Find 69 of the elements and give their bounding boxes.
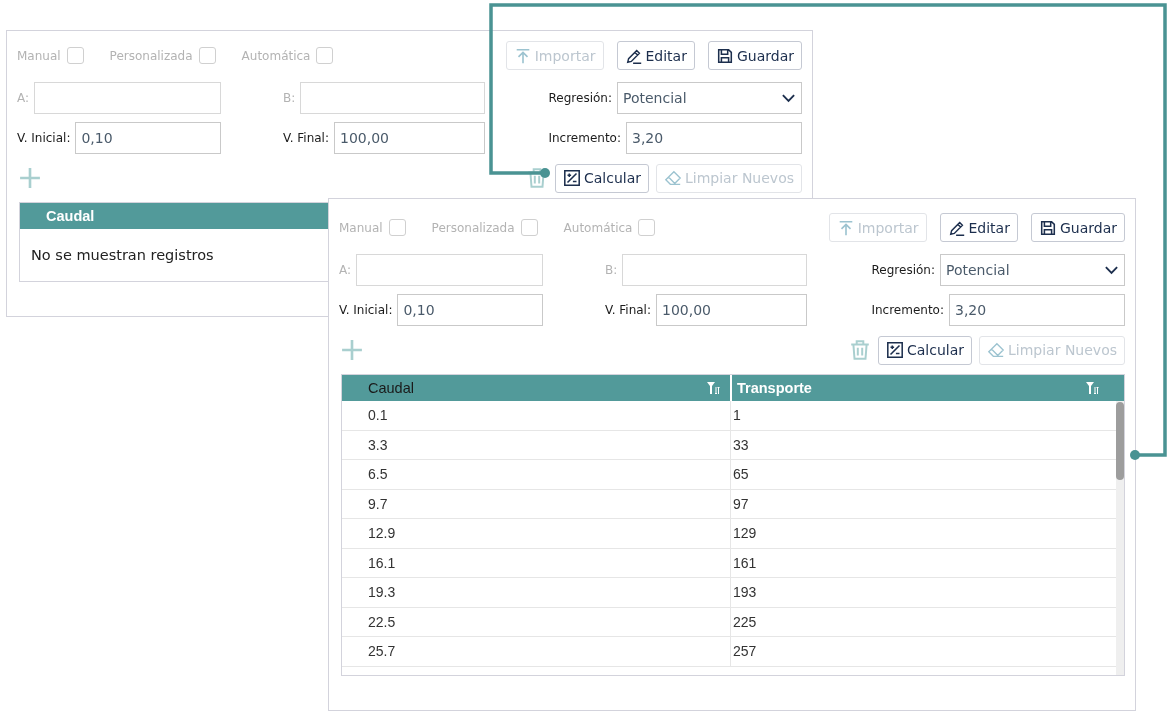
save-button[interactable]: Guardar [707,41,802,70]
checkbox-label: Personalizada [431,220,515,235]
table-cell-text: 1 [732,406,742,426]
edit-button[interactable]: Editar [939,213,1018,242]
checkbox[interactable] [388,219,406,236]
table-cell-text: 225 [732,612,758,632]
table-cell: 0.1 [342,401,731,430]
edit-button[interactable]: Editar [616,41,695,70]
field-label: V. Inicial: [17,131,71,145]
table-cell: 25.7 [342,637,731,666]
empty-message: No se muestran registros [30,246,215,265]
field-label: B: [605,263,618,277]
column-header[interactable]: Caudal [342,375,732,401]
calculator-icon [885,341,904,359]
table-cell-text: 33 [732,435,750,455]
field-label: V. Inicial: [339,303,393,317]
field-label: Regresión: [871,263,935,277]
field-label: A: [17,91,30,105]
field-label: Incremento: [871,303,944,317]
save-icon [715,46,734,65]
checkbox-label: Automática [563,220,633,235]
table-cell-text: 129 [732,524,758,544]
field-label: V. Final: [605,303,651,317]
field-label: B: [283,91,296,105]
save-icon [1038,218,1057,237]
eraser-icon [987,341,1005,359]
table-cell-text: 65 [732,465,750,485]
checkbox-label: Personalizada [109,48,193,63]
checkbox-label: Manual [339,220,383,235]
filter-icon[interactable] [1085,381,1099,395]
calculator-icon [562,169,581,187]
input-field[interactable]: 3,20 [949,294,1125,326]
scrollbar[interactable] [1116,401,1124,675]
dropdown[interactable]: Potencial [617,82,802,114]
checkbox-label: Manual [17,48,61,63]
field-label: V. Final: [283,131,329,145]
table-cell: 9.7 [342,489,731,518]
table-cell: 12.9 [342,519,731,548]
checkbox[interactable] [66,47,84,64]
field-label: A: [339,263,352,277]
chevron-down-icon [1104,265,1119,275]
checkbox[interactable] [638,219,656,236]
input-field[interactable]: 3,20 [626,122,802,154]
table-cell: 22.5 [342,607,731,636]
checkbox[interactable] [520,219,538,236]
input-field[interactable]: 0,10 [75,122,221,154]
calculate-button[interactable]: Calcular [877,335,972,365]
checkbox[interactable] [198,47,216,64]
chevron-down-icon [781,93,796,103]
checkbox[interactable] [316,47,334,64]
table-cell: 3.3 [342,430,731,459]
calculate-button[interactable]: Calcular [554,163,649,193]
save-button[interactable]: Guardar [1030,213,1125,242]
input-field[interactable]: 100,00 [334,122,485,154]
field-label: Regresión: [548,91,612,105]
table-cell: 16.1 [342,548,731,577]
table-cell-text: 193 [732,583,758,603]
eraser-icon [664,169,682,187]
input-field[interactable]: 0,10 [397,294,543,326]
field-label: Incremento: [548,131,621,145]
table-cell-text: 161 [732,553,758,573]
checkbox-label: Automática [241,48,311,63]
table-cell-text: 97 [732,494,750,514]
dropdown[interactable]: Potencial [940,254,1125,286]
input-field[interactable]: 100,00 [656,294,807,326]
filter-icon[interactable] [706,381,720,395]
table-cell-text: 257 [732,642,758,662]
table-cell: 19.3 [342,578,731,607]
table-cell: 6.5 [342,460,731,489]
